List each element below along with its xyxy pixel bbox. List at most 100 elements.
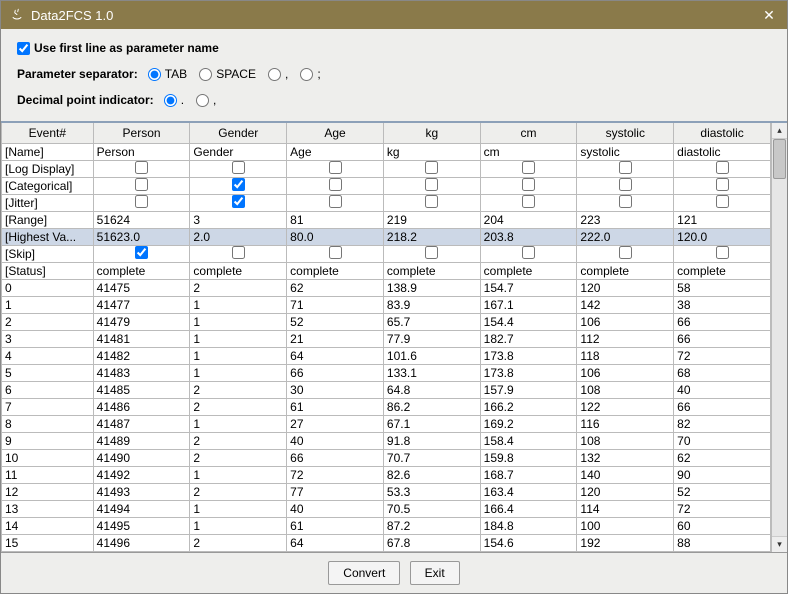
cell[interactable]: diastolic (674, 144, 771, 161)
cell[interactable]: 64 (287, 348, 384, 365)
table-row[interactable]: 84148712767.1169.211682 (2, 416, 771, 433)
cell[interactable]: 66 (674, 399, 771, 416)
cell[interactable]: 159.8 (480, 450, 577, 467)
cell[interactable]: 1 (190, 467, 287, 484)
cell[interactable]: 62 (287, 280, 384, 297)
column-header[interactable]: Gender (190, 123, 287, 144)
cell[interactable]: 114 (577, 501, 674, 518)
cell-checkbox[interactable] (425, 195, 438, 208)
cell[interactable]: complete (383, 263, 480, 280)
cell[interactable]: 192 (577, 535, 674, 552)
cell[interactable]: 27 (287, 416, 384, 433)
table-row[interactable]: 164149816877.4165.820090 (2, 552, 771, 553)
cell-checkbox[interactable] (425, 246, 438, 259)
cell[interactable]: 2.0 (190, 229, 287, 246)
cell[interactable]: 61 (287, 399, 384, 416)
table-row[interactable]: [Name]PersonGenderAgekgcmsystolicdiastol… (2, 144, 771, 161)
cell[interactable]: 165.8 (480, 552, 577, 553)
cell[interactable]: kg (383, 144, 480, 161)
scroll-down-icon[interactable]: ▾ (772, 536, 787, 552)
cell[interactable]: 83.9 (383, 297, 480, 314)
cell[interactable]: 40 (674, 382, 771, 399)
cell[interactable]: Age (287, 144, 384, 161)
cell[interactable]: 41493 (93, 484, 190, 501)
cell[interactable]: 157.9 (480, 382, 577, 399)
cell[interactable]: 182.7 (480, 331, 577, 348)
cell[interactable]: 41481 (93, 331, 190, 348)
convert-button[interactable]: Convert (328, 561, 400, 585)
cell-checkbox[interactable] (716, 246, 729, 259)
cell[interactable]: cm (480, 144, 577, 161)
cell[interactable]: 41482 (93, 348, 190, 365)
cell-checkbox[interactable] (716, 195, 729, 208)
cell[interactable]: 108 (577, 382, 674, 399)
cell-checkbox[interactable] (619, 161, 632, 174)
cell[interactable]: 41490 (93, 450, 190, 467)
cell[interactable]: 166.2 (480, 399, 577, 416)
table-row[interactable]: [Highest Va...51623.02.080.0218.2203.822… (2, 229, 771, 246)
cell[interactable]: 2 (190, 399, 287, 416)
cell[interactable]: 40 (287, 501, 384, 518)
cell[interactable]: 41485 (93, 382, 190, 399)
cell[interactable]: 204 (480, 212, 577, 229)
cell[interactable]: 140 (577, 467, 674, 484)
dec-comma-radio[interactable] (196, 94, 209, 107)
cell[interactable]: 116 (577, 416, 674, 433)
table-row[interactable]: 441482164101.6173.811872 (2, 348, 771, 365)
cell[interactable]: 154.4 (480, 314, 577, 331)
cell[interactable]: 64.8 (383, 382, 480, 399)
column-header[interactable]: diastolic (674, 123, 771, 144)
cell[interactable]: 173.8 (480, 365, 577, 382)
cell[interactable]: 1 (190, 518, 287, 535)
cell[interactable]: 51623.0 (93, 229, 190, 246)
cell[interactable]: complete (674, 263, 771, 280)
cell[interactable]: 68 (287, 552, 384, 553)
cell[interactable]: 203.8 (480, 229, 577, 246)
cell[interactable]: 138.9 (383, 280, 480, 297)
cell[interactable]: 1 (190, 331, 287, 348)
cell[interactable]: 38 (674, 297, 771, 314)
cell[interactable]: 41494 (93, 501, 190, 518)
cell-checkbox[interactable] (232, 246, 245, 259)
cell[interactable]: 60 (674, 518, 771, 535)
table-row[interactable]: 134149414070.5166.411472 (2, 501, 771, 518)
cell[interactable]: 1 (190, 552, 287, 553)
sep-comma-radio[interactable] (268, 68, 281, 81)
cell[interactable]: 58 (674, 280, 771, 297)
cell[interactable]: 53.3 (383, 484, 480, 501)
cell[interactable]: 200 (577, 552, 674, 553)
cell[interactable]: 70 (674, 433, 771, 450)
cell[interactable]: 41495 (93, 518, 190, 535)
cell[interactable]: 66 (287, 365, 384, 382)
cell[interactable]: 120 (577, 484, 674, 501)
cell[interactable]: 41475 (93, 280, 190, 297)
column-header[interactable]: Event# (2, 123, 94, 144)
cell[interactable]: 132 (577, 450, 674, 467)
table-row[interactable]: 24147915265.7154.410666 (2, 314, 771, 331)
cell[interactable]: 70.5 (383, 501, 480, 518)
cell-checkbox[interactable] (232, 161, 245, 174)
cell-checkbox[interactable] (329, 178, 342, 191)
table-row[interactable]: 041475262138.9154.712058 (2, 280, 771, 297)
cell[interactable]: 1 (190, 416, 287, 433)
cell[interactable]: Gender (190, 144, 287, 161)
cell-checkbox[interactable] (619, 195, 632, 208)
cell[interactable]: 120.0 (674, 229, 771, 246)
cell[interactable]: 87.2 (383, 518, 480, 535)
cell[interactable]: 2 (190, 382, 287, 399)
cell[interactable]: 88 (674, 535, 771, 552)
cell[interactable]: 40 (287, 433, 384, 450)
cell[interactable]: 1 (190, 348, 287, 365)
cell[interactable]: 66 (674, 314, 771, 331)
cell[interactable]: complete (577, 263, 674, 280)
cell[interactable]: 61 (287, 518, 384, 535)
cell[interactable]: 72 (287, 467, 384, 484)
cell[interactable]: 72 (674, 501, 771, 518)
cell[interactable]: 82.6 (383, 467, 480, 484)
cell[interactable]: 82 (674, 416, 771, 433)
cell[interactable]: 2 (190, 535, 287, 552)
cell-checkbox[interactable] (425, 178, 438, 191)
table-row[interactable]: 114149217282.6168.714090 (2, 467, 771, 484)
cell-checkbox[interactable] (619, 246, 632, 259)
cell[interactable]: 52 (674, 484, 771, 501)
